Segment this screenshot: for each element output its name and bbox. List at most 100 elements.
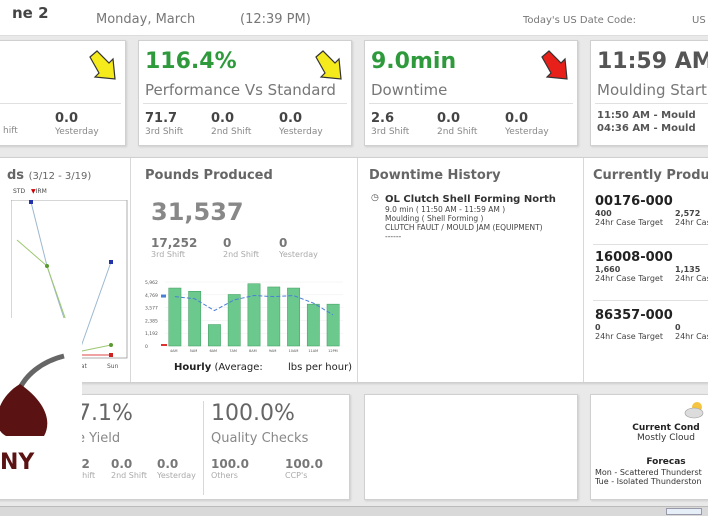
kpi-card-performance[interactable]: 116.4% Performance Vs Standard 71.7 3rd … xyxy=(138,40,352,146)
bottom-middle-panel xyxy=(364,394,578,500)
forecast-day-1: Mon - Scattered Thunderst xyxy=(595,468,702,477)
kpi-card-downtime[interactable]: 9.0min Downtime 2.6 3rd Shift 0.0 2nd Sh… xyxy=(364,40,578,146)
down-yesterday-label: Yesterday xyxy=(505,127,549,137)
hourly-bar-chart: 5,962 4,769 3,577 2,385 1,192 0 4AM 5AM 6AM 7AM 8… xyxy=(145,280,343,353)
moulding-start-line-1: 11:50 AM - Mould xyxy=(597,110,696,121)
hourly-y-tick-label: 0 xyxy=(145,344,148,350)
header-date: Monday, March xyxy=(96,12,196,27)
middle-panel: ds (3/12 - 3/19) STD ▼IRM Sat Sun Pounds… xyxy=(0,157,708,383)
downtime-item-separator: ------ xyxy=(385,232,402,241)
downtime-label: Downtime xyxy=(371,81,448,99)
perf-3rd-label: 3rd Shift xyxy=(145,127,184,137)
date-code-value: US xyxy=(692,15,706,26)
performance-value: 116.4% xyxy=(145,49,237,74)
perf-yesterday-value: 0.0 xyxy=(279,111,303,126)
hourly-bar xyxy=(188,291,202,347)
kpi-card-1[interactable]: hift 0.0 Yesterday xyxy=(0,40,126,146)
forecast-label: Forecas xyxy=(646,457,686,467)
quality-stat-ccp: 100.0 CCP's xyxy=(285,457,323,480)
status-indicator xyxy=(666,508,702,515)
current-conditions-label: Current Cond xyxy=(632,423,700,433)
current-product-3[interactable]: 86357-000 00 24hr Case Target 24hr Cas xyxy=(595,308,708,341)
yield-chart-title: ds (3/12 - 3/19) xyxy=(7,168,92,183)
kpi1-stat2-value: 0.0 xyxy=(55,111,79,126)
pounds-total: 31,537 xyxy=(151,198,244,226)
yield-stat-2nd: 0.0 2nd Shift xyxy=(111,457,147,480)
down-2nd-label: 2nd Shift xyxy=(437,127,478,137)
header-bar: ne 2 Monday, March (12:39 PM) Today's US… xyxy=(0,0,708,36)
hourly-x-label: 4AM xyxy=(170,349,178,353)
downtime-value: 9.0min xyxy=(371,49,457,74)
weather-panel: Current Cond Mostly Cloud Forecas Mon - … xyxy=(590,394,708,500)
yield-value: 7.1% xyxy=(77,401,133,426)
moulding-start-label: Moulding Start xyxy=(597,81,707,99)
downtime-item-area: Moulding ( Shell Forming ) xyxy=(385,214,484,223)
footer-bar xyxy=(0,506,708,516)
hourly-bar xyxy=(267,286,281,347)
hourly-bar xyxy=(306,303,320,347)
yield-label: e Yield xyxy=(77,431,121,446)
forecast-day-2: Tue - Isolated Thunderston xyxy=(595,477,702,486)
performance-label: Performance Vs Standard xyxy=(145,81,336,99)
hourly-y-tick-label: 3,577 xyxy=(145,306,158,312)
downtime-history-item[interactable]: OL Clutch Shell Forming North 9.0 min ( … xyxy=(371,193,581,241)
kpi1-stat2-label: Yesterday xyxy=(55,127,99,137)
hourly-x-label: 7AM xyxy=(229,349,237,353)
trend-arrow-yellow-icon xyxy=(89,50,116,80)
kpi-card-moulding-start[interactable]: 11:59 AM Moulding Start 11:50 AM - Mould… xyxy=(590,40,708,146)
current-product-2[interactable]: 16008-000 1,660 1,135 24hr Case Target 24h… xyxy=(595,250,708,283)
quality-label: Quality Checks xyxy=(211,431,309,446)
hourly-x-label: 12PM xyxy=(328,349,338,353)
hourly-bar xyxy=(326,303,340,347)
down-2nd-value: 0.0 xyxy=(437,111,461,126)
current-product-1[interactable]: 00176-000 400 2,572 24hr Case Target 24hr … xyxy=(595,194,708,227)
hourly-x-label: 6AM xyxy=(209,349,217,353)
moulding-start-line-2: 04:36 AM - Mould xyxy=(597,123,696,134)
hourly-x-label: 10AM xyxy=(289,349,299,353)
current-conditions-text: Mostly Cloud xyxy=(637,433,695,443)
downtime-item-title: OL Clutch Shell Forming North xyxy=(371,193,581,205)
kpi1-stat1-label: hift xyxy=(3,126,18,136)
quality-stat-others: 100.0 Others xyxy=(211,457,249,480)
pounds-stat-3rd: 17,252 3rd Shift xyxy=(151,236,198,259)
yield-stat-yesterday: 0.0 Yesterday xyxy=(157,457,196,480)
hourly-y-tick-label: 1,192 xyxy=(145,331,158,337)
pounds-title: Pounds Produced xyxy=(145,168,273,183)
perf-yesterday-label: Yesterday xyxy=(279,127,323,137)
perf-2nd-value: 0.0 xyxy=(211,111,235,126)
downtime-item-duration: 9.0 min ( 11:50 AM - 11:59 AM ) xyxy=(385,205,506,214)
hourly-y-tick-label: 5,962 xyxy=(145,280,158,286)
hourly-zero-marker xyxy=(161,344,167,346)
yield-x-sun: Sun xyxy=(107,363,119,370)
pounds-stat-2nd: 0 2nd Shift xyxy=(223,236,259,259)
down-3rd-label: 3rd Shift xyxy=(371,127,410,137)
hourly-y-tick-label: 4,769 xyxy=(145,293,158,299)
yield-legend: STD ▼IRM xyxy=(13,188,47,195)
hourly-x-label: 11AM xyxy=(308,349,318,353)
perf-2nd-label: 2nd Shift xyxy=(211,127,252,137)
trend-arrow-red-icon xyxy=(541,50,568,80)
down-yesterday-value: 0.0 xyxy=(505,111,529,126)
hourly-avg-marker xyxy=(161,294,166,298)
downtime-item-reason: CLUTCH FAULT / MOULD JAM (EQUIPMENT) xyxy=(385,223,543,232)
logo-kiss-icon xyxy=(0,353,65,436)
hourly-caption: Hourly (Average: lbs per hour) xyxy=(174,362,353,373)
hourly-y-tick-label: 2,385 xyxy=(145,318,158,324)
quality-value: 100.0% xyxy=(211,401,295,426)
pounds-stat-yesterday: 0 Yesterday xyxy=(279,236,318,259)
line-title: ne 2 xyxy=(12,4,49,22)
hourly-bar xyxy=(208,324,221,347)
header-time: (12:39 PM) xyxy=(240,12,311,27)
downtime-history-title: Downtime History xyxy=(369,168,501,183)
hourly-x-label: 8AM xyxy=(249,349,257,353)
trend-arrow-yellow-icon xyxy=(315,50,342,80)
date-code-label: Today's US Date Code: xyxy=(523,15,636,26)
logo-text: NY xyxy=(0,450,35,475)
partly-cloudy-icon xyxy=(684,402,704,419)
down-3rd-value: 2.6 xyxy=(371,111,395,126)
hourly-x-label: 5AM xyxy=(190,349,198,353)
hourly-bar xyxy=(247,283,261,347)
currently-producing-title: Currently Produ xyxy=(593,168,708,183)
hourly-x-label: 9AM xyxy=(269,349,277,353)
moulding-start-value: 11:59 AM xyxy=(597,49,708,74)
